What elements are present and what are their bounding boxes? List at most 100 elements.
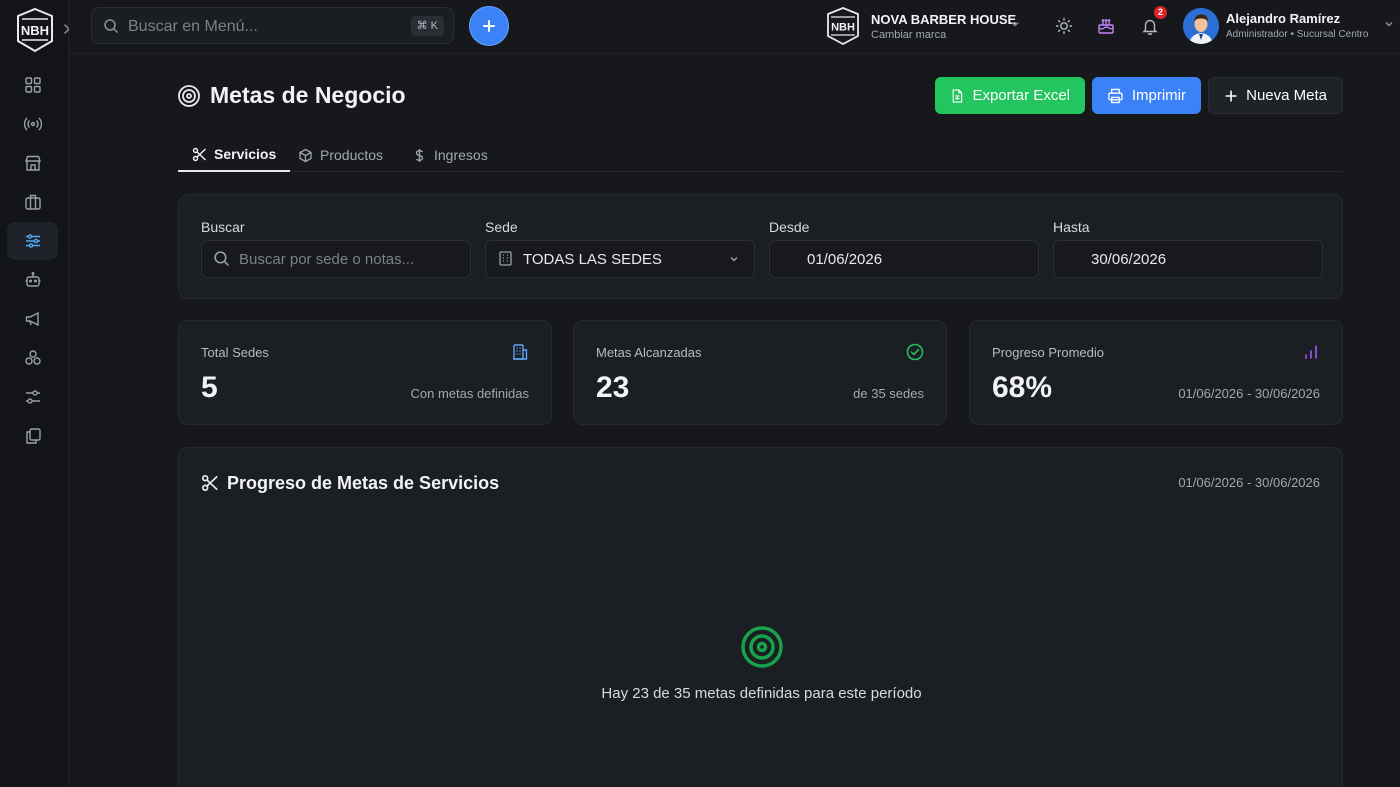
search-icon	[213, 250, 230, 267]
stat-note: 01/06/2026 - 30/06/2026	[1178, 386, 1320, 401]
stat-card-progreso-promedio: Progreso Promedio 68% 01/06/2026 - 30/06…	[969, 320, 1343, 425]
to-date-label: Hasta	[1053, 219, 1090, 235]
sidebar-item-goals[interactable]	[7, 222, 58, 260]
tab-servicios-label: Servicios	[214, 146, 277, 162]
from-date-label: Desde	[769, 219, 810, 235]
sliders-icon	[25, 234, 40, 248]
shortcut-hint: ⌘ K	[410, 16, 444, 36]
progress-date-range: 01/06/2026 - 30/06/2026	[1178, 475, 1320, 490]
sidebar-item-marketing[interactable]	[7, 300, 58, 338]
sede-select-value: TODAS LAS SEDES	[523, 251, 662, 268]
tab-servicios[interactable]: Servicios	[178, 138, 291, 172]
printer-icon	[1108, 88, 1123, 103]
stat-label: Progreso Promedio	[992, 345, 1104, 360]
export-excel-label: Exportar Excel	[972, 87, 1070, 104]
sede-label: Sede	[485, 219, 518, 235]
progress-title: Progreso de Metas de Servicios	[227, 473, 500, 493]
plus-icon	[483, 20, 495, 32]
services-progress-panel: Progreso de Metas de Servicios 01/06/202…	[178, 447, 1343, 787]
stat-note: de 35 sedes	[853, 386, 924, 401]
sidebar-item-dashboard[interactable]	[7, 66, 58, 104]
sidebar-item-network[interactable]	[7, 339, 58, 377]
sidebar-item-broadcast[interactable]	[7, 105, 58, 143]
filters-panel: Buscar Buscar por sede o notas... Sede T…	[178, 194, 1343, 299]
page-title: Metas de Negocio	[210, 82, 406, 108]
sidebar-item-robot[interactable]	[7, 261, 58, 299]
sidebar-nav	[7, 66, 58, 456]
scissors-icon	[201, 474, 219, 492]
birthday-button[interactable]	[1095, 15, 1117, 37]
spreadsheet-icon	[952, 88, 963, 103]
copy-icon	[25, 428, 41, 444]
sede-search-placeholder: Buscar por sede o notas...	[239, 251, 415, 268]
bar-chart-icon	[1302, 343, 1320, 361]
sede-select[interactable]: TODAS LAS SEDES	[485, 240, 755, 278]
scissors-icon	[192, 147, 206, 161]
sun-icon	[1055, 17, 1073, 35]
theme-toggle-button[interactable]	[1053, 15, 1075, 37]
avatar[interactable]	[1183, 8, 1219, 44]
menu-search-input[interactable]: Buscar en Menú... ⌘ K	[91, 7, 454, 44]
sidebar-item-briefcase[interactable]	[7, 183, 58, 221]
new-goal-label: Nueva Meta	[1246, 87, 1327, 104]
stat-note: Con metas definidas	[410, 386, 529, 401]
dollar-icon	[415, 148, 424, 162]
notification-badge: 2	[1154, 6, 1167, 19]
stat-card-metas-alcanzadas: Metas Alcanzadas 23 de 35 sedes	[573, 320, 947, 425]
brand-logo-text: NBH	[831, 22, 855, 34]
building-icon	[511, 343, 529, 361]
package-icon	[299, 148, 312, 162]
quick-add-button[interactable]	[469, 6, 509, 46]
stat-label: Total Sedes	[201, 345, 269, 360]
from-date-input[interactable]: 01/06/2026	[769, 240, 1039, 278]
to-date-input[interactable]: 30/06/2026	[1053, 240, 1323, 278]
target-icon	[177, 84, 201, 108]
stat-label: Metas Alcanzadas	[596, 345, 702, 360]
check-circle-icon	[906, 343, 924, 361]
dashboard-icon	[24, 77, 41, 93]
progress-empty-message: Hay 23 de 35 metas definidas para este p…	[601, 685, 922, 702]
user-menu-chevron-icon[interactable]	[1383, 18, 1395, 30]
settings-sliders-icon	[25, 390, 40, 404]
export-excel-button[interactable]: Exportar Excel	[935, 77, 1085, 114]
nbh-logo[interactable]: NBH	[14, 7, 56, 53]
search-label: Buscar	[201, 219, 245, 235]
sidebar-item-settings[interactable]	[7, 378, 58, 416]
change-brand-link[interactable]: Cambiar marca	[871, 29, 946, 41]
tab-ingresos[interactable]: Ingresos	[412, 138, 488, 172]
broadcast-icon	[23, 117, 42, 131]
goal-tabs: Servicios Productos Ingresos	[178, 138, 1343, 172]
sidebar: NBH	[0, 0, 71, 787]
user-name: Alejandro Ramírez	[1226, 11, 1341, 26]
to-date-value: 30/06/2026	[1091, 251, 1167, 268]
stat-card-total-sedes: Total Sedes 5 Con metas definidas	[178, 320, 552, 425]
target-icon	[740, 625, 784, 669]
network-icon	[24, 350, 41, 365]
chevron-down-icon	[728, 253, 740, 265]
menu-search-placeholder: Buscar en Menú...	[128, 18, 258, 35]
sede-search-input[interactable]: Buscar por sede o notas...	[201, 240, 471, 278]
search-icon	[103, 18, 119, 34]
briefcase-icon	[24, 194, 41, 210]
chevron-down-icon	[1009, 18, 1021, 30]
user-role: Administrador • Sucursal Centro	[1226, 29, 1369, 40]
brand-logo: NBH	[825, 6, 861, 46]
cake-icon	[1098, 19, 1114, 34]
sidebar-item-copy[interactable]	[7, 417, 58, 455]
plus-icon	[1225, 89, 1237, 102]
brand-switcher[interactable]: NBH NOVA BARBER HOUSE Cambiar marca	[825, 6, 1025, 48]
print-button[interactable]: Imprimir	[1092, 77, 1201, 114]
new-goal-button[interactable]: Nueva Meta	[1208, 77, 1343, 114]
tab-ingresos-label: Ingresos	[434, 147, 488, 163]
logo-text: NBH	[21, 23, 49, 38]
from-date-value: 01/06/2026	[807, 251, 883, 268]
sidebar-item-store[interactable]	[7, 144, 58, 182]
bell-icon	[1142, 19, 1158, 35]
store-icon	[24, 155, 41, 171]
tab-productos-label: Productos	[320, 147, 384, 163]
print-label: Imprimir	[1131, 87, 1186, 104]
megaphone-icon	[25, 311, 39, 327]
tab-productos[interactable]: Productos	[298, 138, 383, 172]
building-icon	[497, 250, 514, 267]
stat-value: 68%	[992, 371, 1053, 404]
